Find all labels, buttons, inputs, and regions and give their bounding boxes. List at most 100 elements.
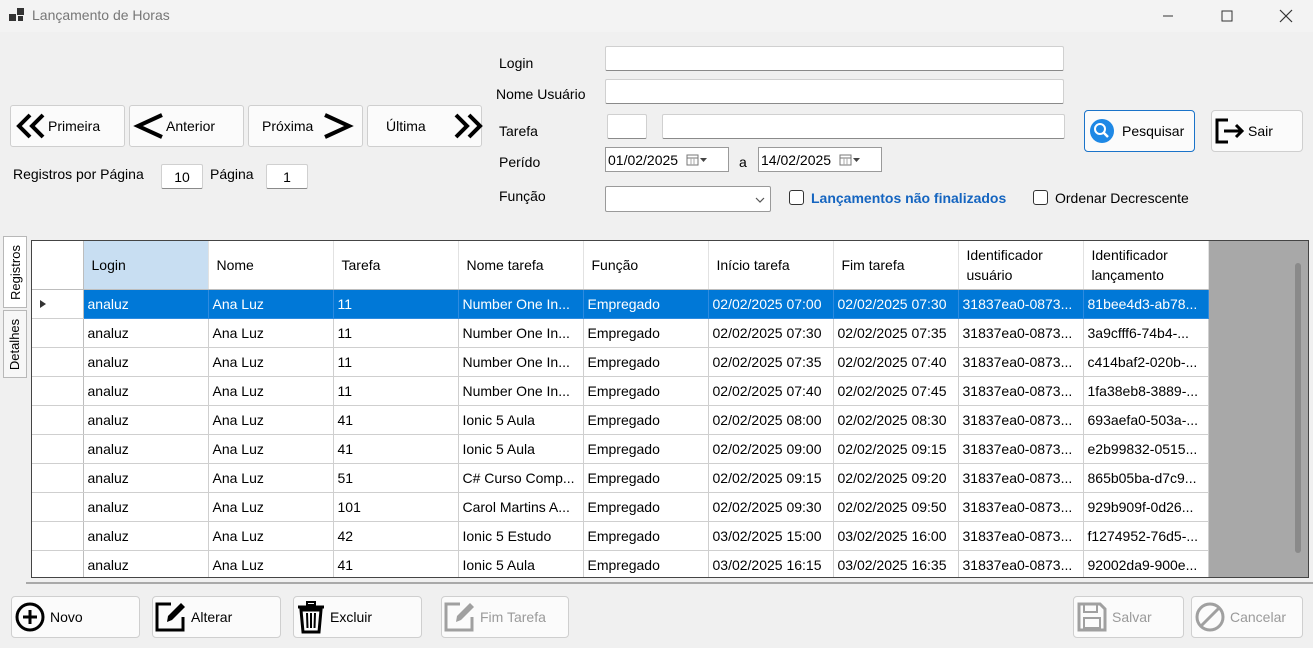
table-cell[interactable]: Ionic 5 Aula — [458, 550, 584, 577]
table-cell[interactable]: 929b909f-0d26... — [1083, 492, 1209, 522]
minimize-button[interactable] — [1145, 0, 1191, 32]
table-cell[interactable]: Number One In... — [458, 289, 584, 319]
column-header[interactable]: Tarefa — [333, 241, 459, 290]
row-header[interactable] — [32, 289, 84, 319]
vertical-scrollbar[interactable] — [1295, 263, 1301, 553]
unfinished-checkbox[interactable] — [789, 190, 804, 205]
table-cell[interactable]: Ionic 5 Estudo — [458, 521, 584, 551]
table-cell[interactable]: Ana Luz — [208, 463, 334, 493]
row-header[interactable] — [32, 376, 84, 406]
order-desc-checkbox[interactable] — [1033, 190, 1048, 205]
table-cell[interactable]: 31837ea0-0873... — [958, 492, 1084, 522]
table-cell[interactable]: analuz — [83, 550, 209, 577]
table-cell[interactable]: analuz — [83, 376, 209, 406]
row-header[interactable] — [32, 434, 84, 464]
table-cell[interactable]: Empregado — [583, 376, 709, 406]
exit-button[interactable]: Sair — [1211, 110, 1303, 152]
table-row[interactable]: analuz Ana Luz 11 Number One In... Empregado… — [32, 289, 1209, 319]
table-cell[interactable]: 31837ea0-0873... — [958, 434, 1084, 464]
login-input[interactable] — [605, 46, 1064, 71]
date-to-picker[interactable]: 14/02/2025 — [758, 147, 882, 172]
maximize-button[interactable] — [1204, 0, 1250, 32]
row-header[interactable] — [32, 463, 84, 493]
table-cell[interactable]: analuz — [83, 347, 209, 377]
table-cell[interactable]: 81bee4d3-ab78... — [1083, 289, 1209, 319]
row-header[interactable] — [32, 492, 84, 522]
table-cell[interactable]: Empregado — [583, 318, 709, 348]
table-cell[interactable]: 1fa38eb8-3889-... — [1083, 376, 1209, 406]
column-header[interactable]: Login — [83, 241, 209, 290]
table-cell[interactable]: 11 — [333, 289, 459, 319]
edit-button[interactable]: Alterar — [152, 596, 281, 638]
table-cell[interactable]: 31837ea0-0873... — [958, 550, 1084, 577]
table-cell[interactable]: 693aefa0-503a-... — [1083, 405, 1209, 435]
table-cell[interactable]: Empregado — [583, 550, 709, 577]
search-button[interactable]: Pesquisar — [1084, 110, 1195, 152]
table-cell[interactable]: 31837ea0-0873... — [958, 463, 1084, 493]
table-cell[interactable]: Empregado — [583, 434, 709, 464]
table-cell[interactable]: Carol Martins A... — [458, 492, 584, 522]
table-cell[interactable]: 02/02/2025 07:30 — [708, 318, 834, 348]
table-cell[interactable]: 31837ea0-0873... — [958, 405, 1084, 435]
next-page-button[interactable]: Próxima — [248, 105, 363, 147]
table-cell[interactable]: c414baf2-020b-... — [1083, 347, 1209, 377]
tab-records[interactable]: Registros — [3, 236, 27, 308]
table-cell[interactable]: 02/02/2025 09:20 — [833, 463, 959, 493]
table-cell[interactable]: Ana Luz — [208, 405, 334, 435]
table-cell[interactable]: 02/02/2025 07:35 — [708, 347, 834, 377]
delete-button[interactable]: Excluir — [293, 596, 422, 638]
new-button[interactable]: Novo — [11, 596, 140, 638]
table-cell[interactable]: 11 — [333, 376, 459, 406]
table-row[interactable]: analuz Ana Luz 51 C# Curso Comp... Empregado… — [32, 463, 1209, 493]
table-cell[interactable]: 02/02/2025 07:45 — [833, 376, 959, 406]
table-cell[interactable]: 02/02/2025 09:30 — [708, 492, 834, 522]
tab-details[interactable]: Detalhes — [3, 310, 27, 378]
table-cell[interactable]: 31837ea0-0873... — [958, 289, 1084, 319]
task-id-input[interactable] — [607, 114, 647, 139]
table-cell[interactable]: analuz — [83, 463, 209, 493]
table-cell[interactable]: Empregado — [583, 463, 709, 493]
table-cell[interactable]: 92002da9-900e... — [1083, 550, 1209, 577]
table-cell[interactable]: e2b99832-0515... — [1083, 434, 1209, 464]
table-cell[interactable]: analuz — [83, 289, 209, 319]
cancel-button[interactable]: Cancelar — [1191, 596, 1303, 638]
table-cell[interactable]: f1274952-76d5-... — [1083, 521, 1209, 551]
table-cell[interactable]: 41 — [333, 405, 459, 435]
table-cell[interactable]: Ionic 5 Aula — [458, 405, 584, 435]
table-cell[interactable]: 31837ea0-0873... — [958, 521, 1084, 551]
table-cell[interactable]: Empregado — [583, 492, 709, 522]
row-header[interactable] — [32, 347, 84, 377]
table-cell[interactable]: 11 — [333, 347, 459, 377]
user-name-input[interactable] — [605, 79, 1064, 104]
table-cell[interactable]: 02/02/2025 08:30 — [833, 405, 959, 435]
table-cell[interactable]: 51 — [333, 463, 459, 493]
table-cell[interactable]: 31837ea0-0873... — [958, 347, 1084, 377]
column-header[interactable]: Nome — [208, 241, 334, 290]
table-row[interactable]: analuz Ana Luz 11 Number One In... Empregado… — [32, 318, 1209, 348]
order-desc-label[interactable]: Ordenar Decrescente — [1055, 190, 1189, 206]
table-cell[interactable]: 03/02/2025 16:35 — [833, 550, 959, 577]
table-cell[interactable]: Ana Luz — [208, 289, 334, 319]
row-header[interactable] — [32, 318, 84, 348]
task-name-input[interactable] — [662, 114, 1065, 139]
table-cell[interactable]: Ana Luz — [208, 376, 334, 406]
table-cell[interactable]: 11 — [333, 318, 459, 348]
table-cell[interactable]: Number One In... — [458, 318, 584, 348]
table-cell[interactable]: 865b05ba-d7c9... — [1083, 463, 1209, 493]
table-cell[interactable]: 02/02/2025 09:15 — [708, 463, 834, 493]
records-per-page-input[interactable]: 10 — [161, 164, 203, 189]
table-cell[interactable]: Ana Luz — [208, 550, 334, 577]
column-header[interactable]: Nome tarefa — [458, 241, 584, 290]
table-row[interactable]: analuz Ana Luz 42 Ionic 5 Estudo Empregado 03… — [32, 521, 1209, 551]
close-button[interactable] — [1263, 0, 1309, 32]
row-header[interactable] — [32, 405, 84, 435]
records-grid[interactable]: Login Nome Tarefa Nome tarefa Função Iní… — [31, 240, 1309, 578]
finish-task-button[interactable]: Fim Tarefa — [441, 596, 569, 638]
table-cell[interactable]: Number One In... — [458, 347, 584, 377]
table-cell[interactable]: 03/02/2025 16:15 — [708, 550, 834, 577]
table-cell[interactable]: Empregado — [583, 289, 709, 319]
table-cell[interactable]: Ana Luz — [208, 521, 334, 551]
column-header[interactable]: Identificador usuário — [958, 241, 1084, 290]
column-header[interactable]: Fim tarefa — [833, 241, 959, 290]
last-page-button[interactable]: Última — [367, 105, 483, 147]
